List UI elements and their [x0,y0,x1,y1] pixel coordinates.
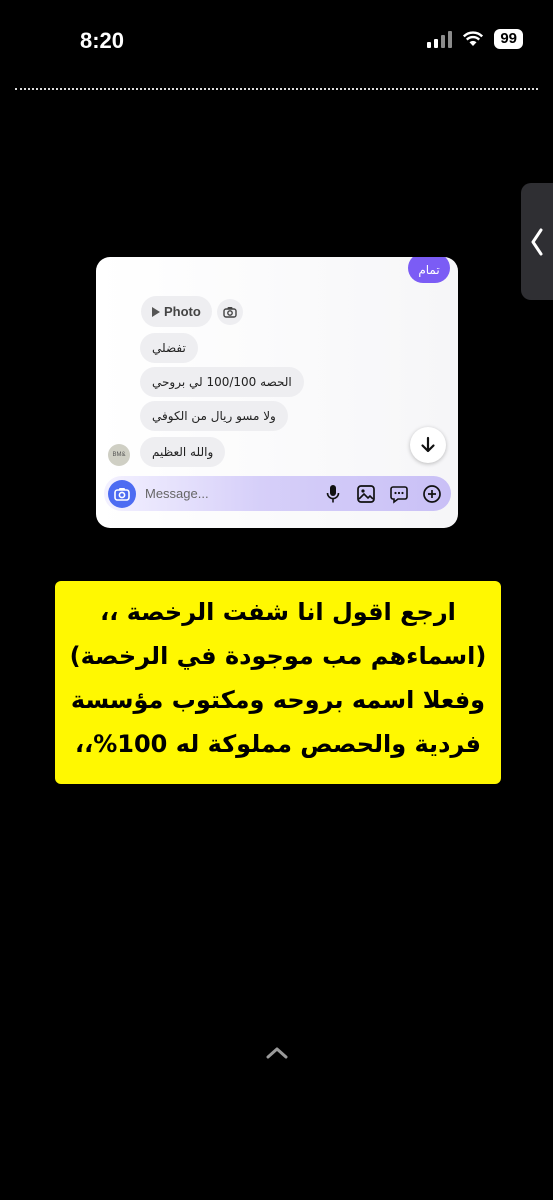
plus-circle-icon[interactable] [422,484,442,504]
message-bubble: ولا مسو ريال من الكوفي [140,401,288,431]
status-icons: 99 [427,29,523,49]
image-icon[interactable] [356,484,376,504]
status-time: 8:20 [80,28,125,53]
chat-screenshot-card: تمام Photo تفضلي الحصه 100/100 لي بروحي … [96,257,458,528]
avatar: BM& [108,444,130,466]
message-composer [104,476,451,511]
message-bubble: الحصه 100/100 لي بروحي [140,367,304,397]
battery-icon: 99 [494,29,523,49]
chevron-up-icon[interactable] [265,1046,289,1060]
arrow-down-icon [421,436,435,453]
message-bubble: تفضلي [140,333,198,363]
camera-icon[interactable] [217,299,243,325]
caption-line: (اسماءهم مب موجودة في الرخصة) [69,642,487,670]
scroll-to-bottom-button[interactable] [410,427,446,463]
sticker-icon[interactable] [389,484,409,504]
chevron-left-icon [531,228,543,255]
sent-message-bubble: تمام [408,257,450,283]
signal-icon [427,30,453,48]
camera-icon [114,487,130,501]
caption-line: وفعلا اسمه بروحه ومكتوب مؤسسة [70,686,486,714]
play-icon [152,306,160,317]
dotted-divider [15,88,538,90]
photo-label: Photo [164,304,201,319]
message-input[interactable] [145,486,315,501]
wifi-icon [463,31,484,46]
camera-button[interactable] [108,479,136,508]
photo-message-bubble[interactable]: Photo [141,296,212,327]
caption-line: ارجع اقول انا شفت الرخصة ،، [100,598,456,626]
caption-overlay: ارجع اقول انا شفت الرخصة ،، (اسماءهم مب … [55,581,501,784]
message-bubble: والله العظيم [140,437,226,467]
mic-icon[interactable] [323,484,343,504]
side-panel-handle[interactable] [521,183,553,300]
caption-line: فردية والحصص مملوكة له 100%،، [74,730,482,758]
